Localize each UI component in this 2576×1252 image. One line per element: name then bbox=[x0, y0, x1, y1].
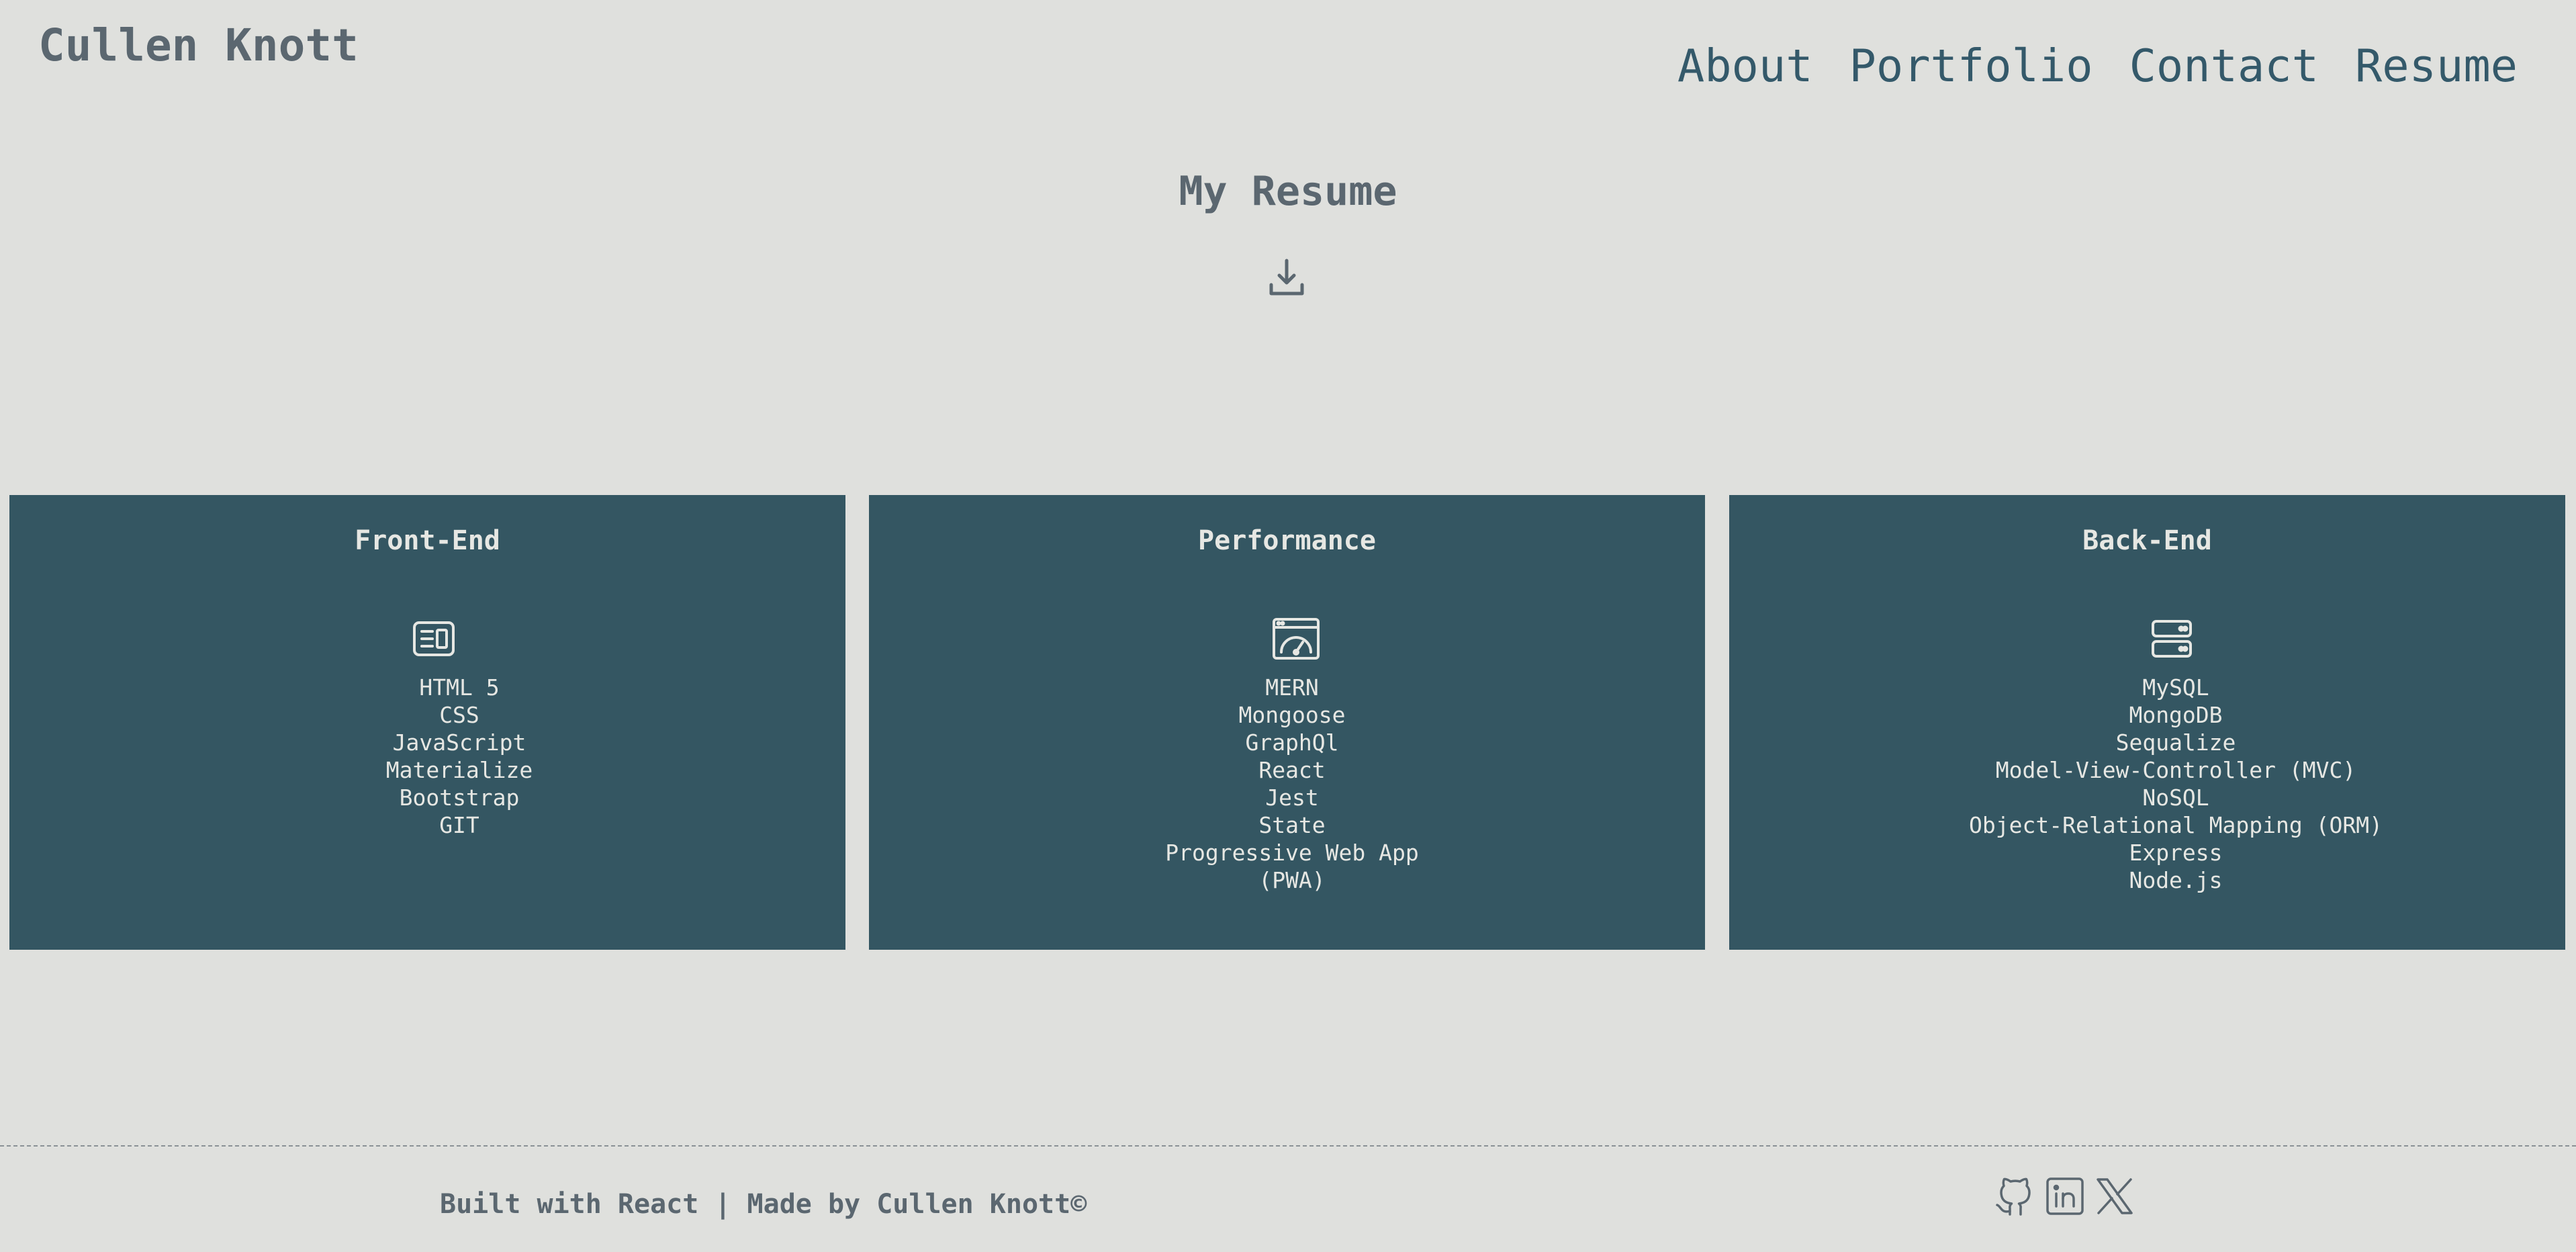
list-item: Progressive Web App (PWA) bbox=[1165, 840, 1419, 893]
list-item: Mongoose bbox=[1238, 702, 1346, 728]
list-item: Node.js bbox=[2129, 867, 2223, 893]
list-item: NoSQL bbox=[2142, 785, 2209, 811]
list-item: CSS bbox=[439, 702, 479, 728]
download-icon[interactable] bbox=[1269, 258, 1305, 297]
nav-about[interactable]: About bbox=[1677, 39, 1813, 93]
skill-list: HTML 5 CSS JavaScript Materialize Bootst… bbox=[325, 674, 594, 839]
list-item: MySQL bbox=[2142, 674, 2209, 701]
x-twitter-icon[interactable] bbox=[2094, 1175, 2135, 1217]
list-item: Model-View-Controller (MVC) bbox=[1995, 757, 2356, 783]
skill-list: MySQL MongoDB Sequalize Model-View-Contr… bbox=[1958, 674, 2394, 894]
page-title: My Resume bbox=[1179, 168, 1397, 215]
main-nav: About Portfolio Contact Resume bbox=[1677, 39, 2518, 93]
server-icon bbox=[2150, 617, 2193, 660]
card-title: Back-End bbox=[2082, 525, 2212, 556]
speedometer-icon bbox=[1272, 617, 1320, 660]
browser-layout-icon bbox=[412, 617, 455, 660]
list-item: GIT bbox=[439, 812, 479, 838]
list-item: Object-Relational Mapping (ORM) bbox=[1969, 812, 2383, 838]
footer-divider bbox=[0, 1145, 2576, 1147]
card-title: Performance bbox=[1198, 525, 1376, 556]
card-front-end: Front-End HTML 5 CSS JavaScript Material… bbox=[9, 495, 845, 950]
card-title: Front-End bbox=[355, 525, 500, 556]
list-item: JavaScript bbox=[392, 729, 526, 756]
list-item: MERN bbox=[1265, 674, 1319, 701]
list-item: MongoDB bbox=[2129, 702, 2223, 728]
card-back-end: Back-End MySQL MongoDB Sequalize Model-V… bbox=[1729, 495, 2565, 950]
list-item: React bbox=[1258, 757, 1326, 783]
nav-resume[interactable]: Resume bbox=[2355, 39, 2518, 93]
nav-contact[interactable]: Contact bbox=[2129, 39, 2319, 93]
list-item: GraphQl bbox=[1245, 729, 1339, 756]
social-links bbox=[1994, 1175, 2135, 1217]
list-item: Express bbox=[2129, 840, 2223, 866]
list-item: HTML 5 bbox=[419, 674, 500, 701]
skill-list: MERN Mongoose GraphQl React Jest State P… bbox=[1151, 674, 1433, 894]
list-item: State bbox=[1258, 812, 1326, 838]
linkedin-icon[interactable] bbox=[2044, 1175, 2086, 1217]
github-icon[interactable] bbox=[1994, 1175, 2036, 1217]
list-item: Sequalize bbox=[2115, 729, 2236, 756]
nav-portfolio[interactable]: Portfolio bbox=[1849, 39, 2093, 93]
site-brand[interactable]: Cullen Knott bbox=[38, 19, 359, 73]
skills-section: Front-End HTML 5 CSS JavaScript Material… bbox=[9, 495, 2567, 950]
list-item: Bootstrap bbox=[399, 785, 520, 811]
list-item: Jest bbox=[1265, 785, 1319, 811]
card-performance: Performance MERN Mongoose GraphQl React … bbox=[869, 495, 1705, 950]
list-item: Materialize bbox=[385, 757, 533, 783]
footer-credit: Built with React | Made by Cullen Knott© bbox=[440, 1189, 1087, 1220]
